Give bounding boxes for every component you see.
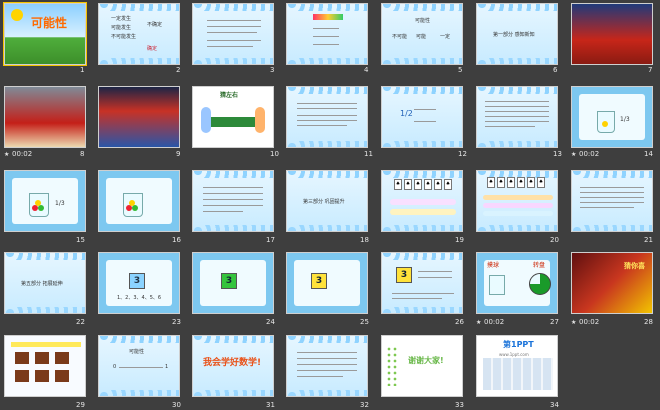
slide-thumbnail-18[interactable]: 第三部分 巩固提升 [286,170,368,232]
slide-number-17: 17 [266,236,275,244]
slide-number-20: 20 [550,236,559,244]
slide-number-21: 21 [644,236,653,244]
slide-number-29: 29 [76,401,85,409]
slide-thumbnail-17[interactable] [192,170,274,232]
slide-thumbnail-12[interactable]: 1/2 [381,86,463,148]
slide-thumbnail-23[interactable]: 3 1、2、3、4、5、6 [98,252,180,314]
slide-thumbnail-1[interactable]: 可能性 [3,2,87,66]
spinner-wheel [529,273,551,295]
slide-number-11: 11 [364,150,373,158]
slide-8-timing: 00:02 [12,150,33,158]
animation-star-icon: ★ [4,151,10,158]
slide-thumbnail-20[interactable]: ♠ ♠ ♠ ♠ ♠ ♠ [476,170,558,232]
slide-number-9: 9 [176,150,181,158]
ping-pong-table [205,117,261,127]
slide-number-7: 7 [648,66,653,74]
animation-star-icon: ★ [571,319,577,326]
jar-icon [489,275,505,295]
slide-number-19: 19 [455,236,464,244]
slide-number-1: 1 [80,66,85,74]
slide-number-32: 32 [360,401,369,409]
slide-number-24: 24 [266,318,275,326]
slide-thumbnail-29[interactable] [4,335,86,397]
animation-star-icon: ★ [476,319,482,326]
slide-number-5: 5 [458,66,463,74]
slide-27-timing: 00:02 [484,318,505,326]
slide-thumbnail-19[interactable]: ♠ ♠ ♠ ♠ ♠ ♠ [381,170,463,232]
animation-star-icon: ★ [571,151,577,158]
slide-thumbnail-27[interactable]: 摸球 转盘 [476,252,558,314]
slide-28-timing: 00:02 [579,318,600,326]
kid-left [201,107,211,133]
sun-icon [11,9,23,21]
slide-number-28: 28 [644,318,653,326]
slide-number-23: 23 [172,318,181,326]
slide-thumbnail-8[interactable] [4,86,86,148]
slide-thumbnail-10[interactable]: 猜左右 [192,86,274,148]
slide-thumbnail-24[interactable]: 3 [192,252,274,314]
slide-number-10: 10 [270,150,279,158]
slide-thumbnail-7[interactable] [571,3,653,65]
slide-number-27: 27 [550,318,559,326]
slide-number-33: 33 [455,401,464,409]
slide-thumbnail-34[interactable]: 第1PPT www.1ppt.com [476,335,558,397]
slide-thumbnail-32[interactable] [286,335,368,397]
slide-thumbnail-2[interactable]: 一定发生 可能发生 不可能发生 不确定 确定 [98,3,180,65]
slide-number-25: 25 [360,318,369,326]
leaf-decoration [386,346,398,386]
slide-thumbnail-30[interactable]: 可能性 0 1 [98,335,180,397]
slide-14-timing: 00:02 [579,150,600,158]
slide-thumbnail-6[interactable]: 第一部分 感知新知 [476,3,558,65]
slide-number-34: 34 [550,401,559,409]
slide-thumbnail-31[interactable]: 我会学好数学! [192,335,274,397]
slide-number-6: 6 [553,66,558,74]
slide-thumbnail-3[interactable] [192,3,274,65]
slide-thumbnail-33[interactable]: 谢谢大家! [381,335,463,397]
slide-number-13: 13 [553,150,562,158]
slide-thumbnail-5[interactable]: 可能性 不可能 可能 一定 [381,3,463,65]
slide-thumbnail-16[interactable] [98,170,180,232]
slide-number-4: 4 [364,66,369,74]
slide-number-14: 14 [644,150,653,158]
slide-thumbnail-15[interactable]: 1/3 [4,170,86,232]
slide-number-8: 8 [80,150,85,158]
slide-number-2: 2 [176,66,181,74]
kid-right [255,107,265,133]
slide-number-22: 22 [76,318,85,326]
slide-thumbnail-21[interactable] [571,170,653,232]
slide-number-15: 15 [76,236,85,244]
slide-thumbnail-22[interactable]: 第五部分 拓展延伸 [4,252,86,314]
slide-thumbnail-25[interactable]: 3 [286,252,368,314]
slide-thumbnail-4[interactable] [286,3,368,65]
colored-heading-bar [313,14,343,20]
slide-number-18: 18 [360,236,369,244]
slide-thumbnail-9[interactable] [98,86,180,148]
slide-number-16: 16 [172,236,181,244]
slide-number-30: 30 [172,401,181,409]
slide-thumbnail-11[interactable] [286,86,368,148]
slide-number-3: 3 [270,66,275,74]
slide-number-12: 12 [458,150,467,158]
slide-thumbnail-14[interactable]: 1/3 [571,86,653,148]
slide-thumbnail-13[interactable] [476,86,558,148]
link-grid [483,358,553,390]
slide-number-31: 31 [266,401,275,409]
slide-number-26: 26 [455,318,464,326]
slide-thumbnail-26[interactable]: 3 [381,252,463,314]
slide-1-title: 可能性 [31,16,68,30]
slide-thumbnail-28[interactable]: 猜你喜 [571,252,653,314]
